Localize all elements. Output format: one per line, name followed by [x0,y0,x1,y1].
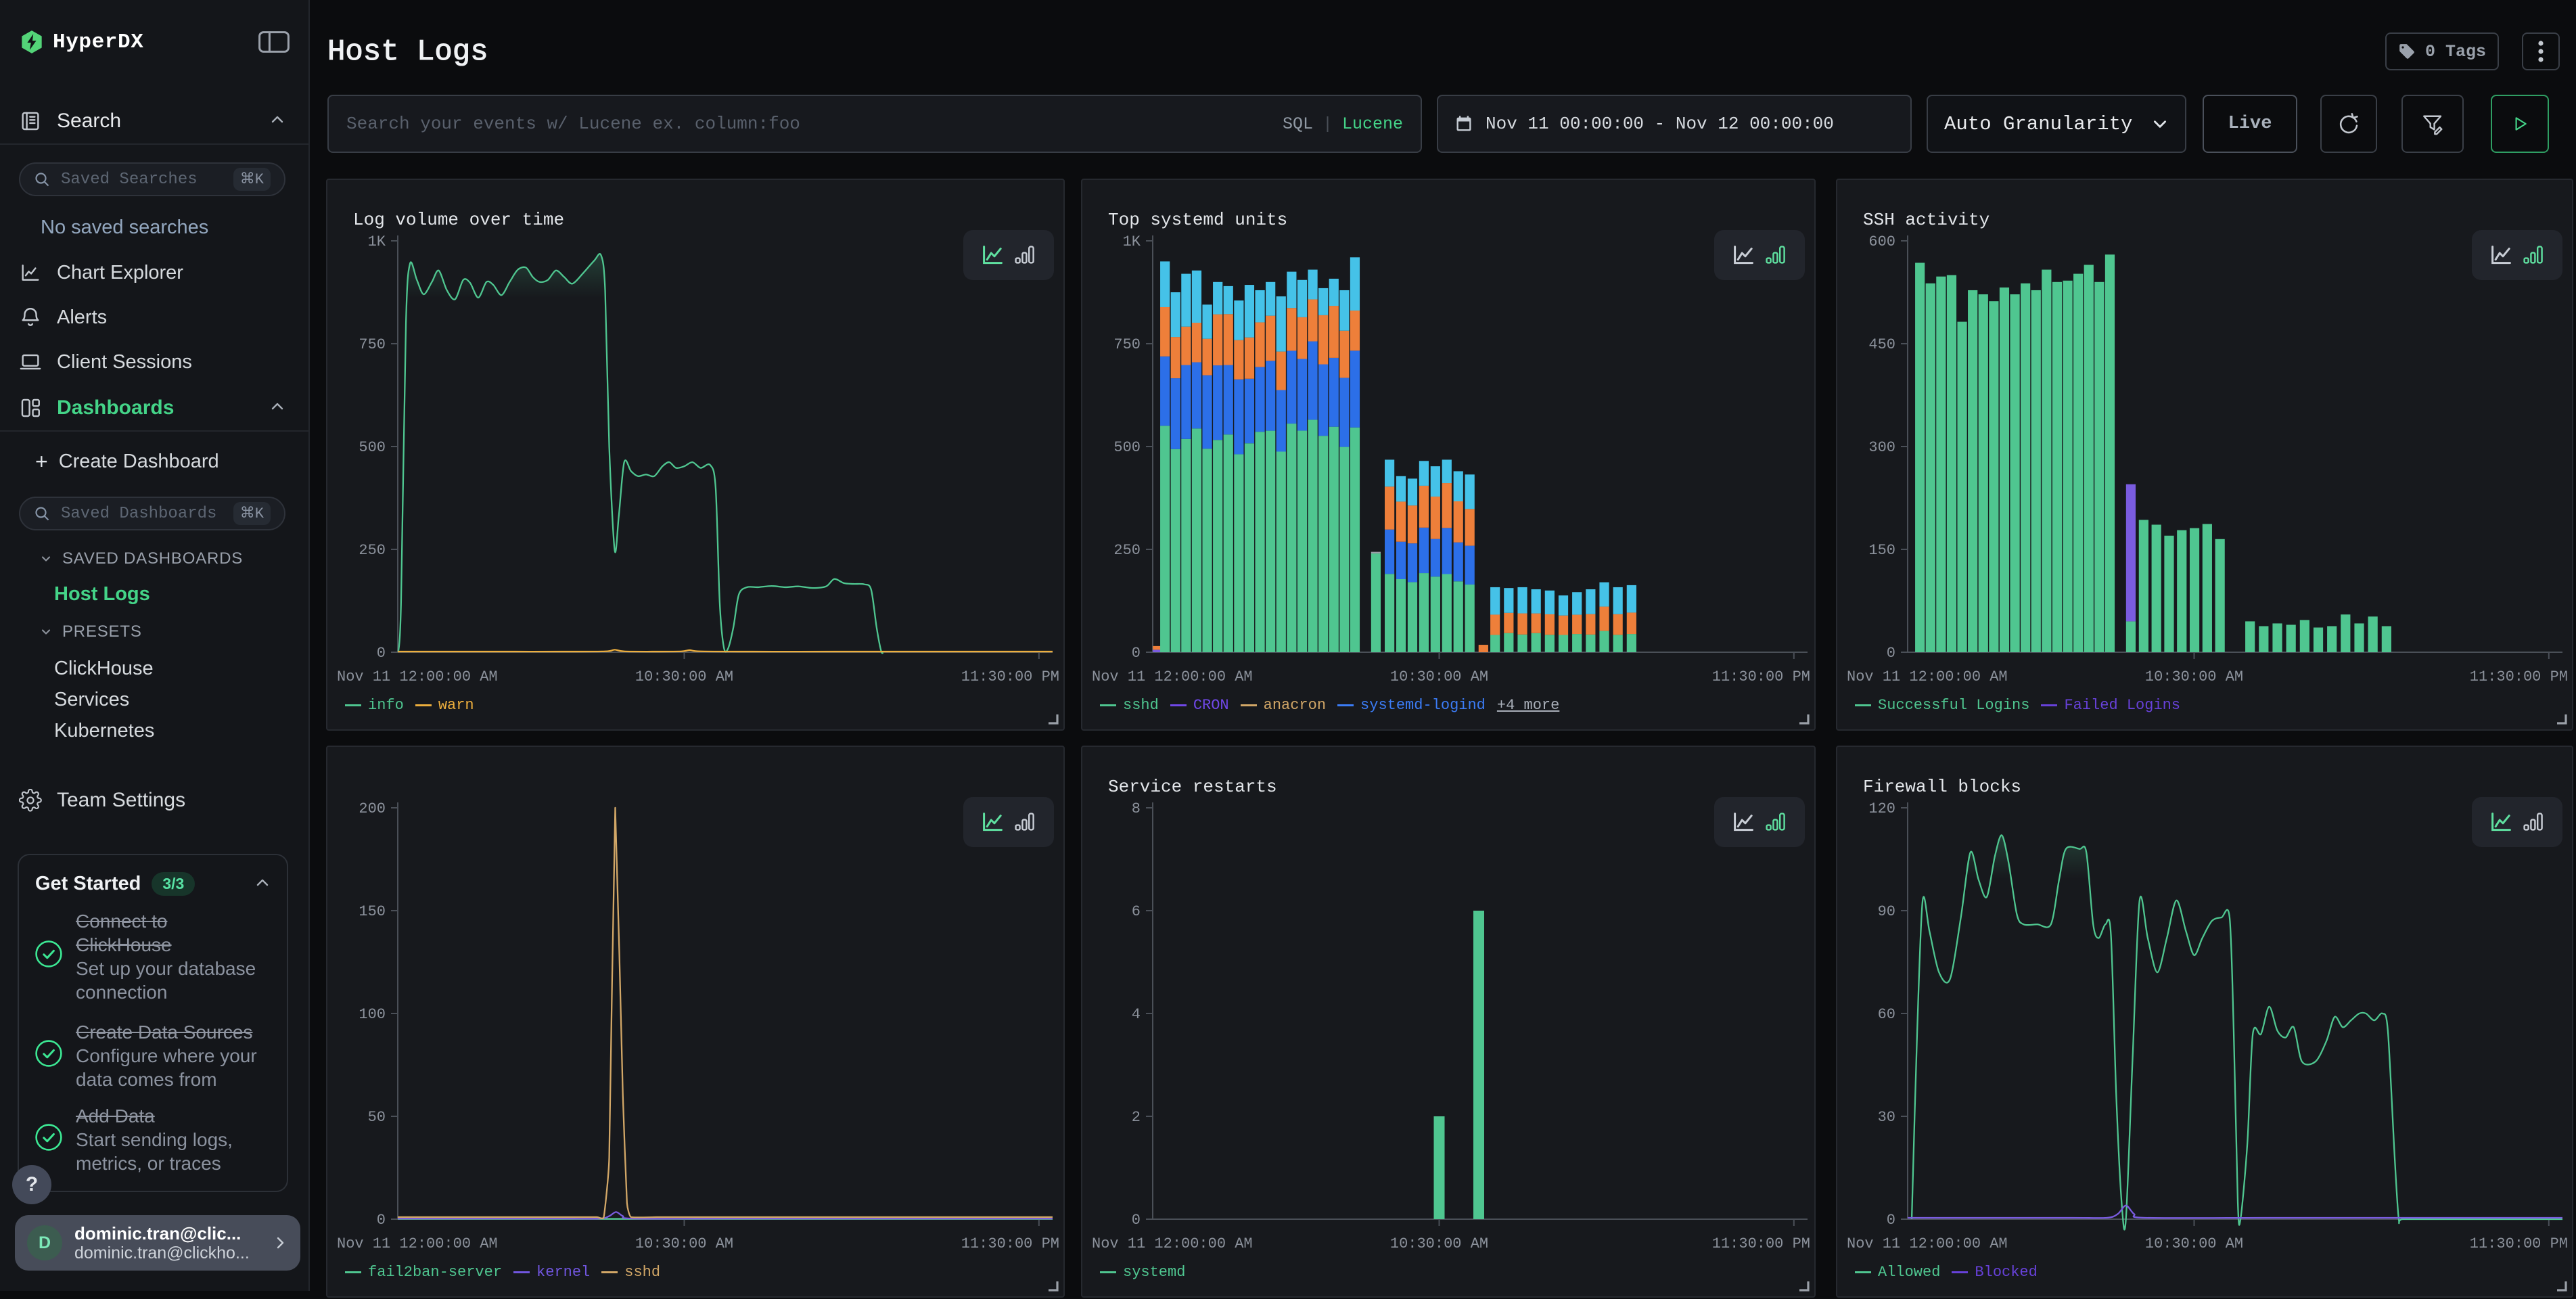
svg-text:8: 8 [1132,800,1141,817]
svg-text:6: 6 [1132,903,1141,920]
svg-text:250: 250 [1113,542,1141,559]
svg-text:750: 750 [359,336,386,353]
svg-text:Nov 11 12:00:00 AM: Nov 11 12:00:00 AM [337,1235,498,1252]
svg-text:4: 4 [1132,1006,1141,1023]
svg-text:0: 0 [1132,645,1141,662]
svg-text:Nov 11 12:00:00 AM: Nov 11 12:00:00 AM [1092,1235,1253,1252]
svg-text:Nov 11 12:00:00 AM: Nov 11 12:00:00 AM [1092,668,1253,685]
svg-text:50: 50 [368,1109,386,1126]
svg-text:0: 0 [377,1212,386,1229]
svg-text:0: 0 [1887,645,1895,662]
svg-text:11:30:00 PM: 11:30:00 PM [2470,1235,2568,1252]
svg-text:1K: 1K [1123,233,1141,250]
svg-text:2: 2 [1132,1109,1141,1126]
svg-text:10:30:00 AM: 10:30:00 AM [635,668,733,685]
svg-text:1K: 1K [368,233,386,250]
svg-text:Nov 11 12:00:00 AM: Nov 11 12:00:00 AM [337,668,498,685]
svg-text:90: 90 [1878,903,1895,920]
svg-text:0: 0 [377,645,386,662]
svg-text:500: 500 [359,439,386,456]
svg-text:10:30:00 AM: 10:30:00 AM [1390,1235,1488,1252]
svg-text:11:30:00 PM: 11:30:00 PM [2470,668,2568,685]
svg-text:30: 30 [1878,1109,1895,1126]
svg-text:120: 120 [1868,800,1895,817]
svg-text:200: 200 [359,800,386,817]
svg-text:500: 500 [1113,439,1141,456]
svg-text:250: 250 [359,542,386,559]
svg-text:100: 100 [359,1006,386,1023]
svg-text:10:30:00 AM: 10:30:00 AM [1390,668,1488,685]
svg-text:60: 60 [1878,1006,1895,1023]
svg-text:10:30:00 AM: 10:30:00 AM [635,1235,733,1252]
svg-text:10:30:00 AM: 10:30:00 AM [2145,1235,2243,1252]
svg-text:750: 750 [1113,336,1141,353]
svg-text:600: 600 [1868,233,1895,250]
svg-text:0: 0 [1132,1212,1141,1229]
svg-text:300: 300 [1868,439,1895,456]
svg-text:150: 150 [359,903,386,920]
svg-text:11:30:00 PM: 11:30:00 PM [1712,668,1810,685]
svg-text:0: 0 [1887,1212,1895,1229]
svg-text:11:30:00 PM: 11:30:00 PM [961,668,1059,685]
svg-text:450: 450 [1868,336,1895,353]
svg-text:11:30:00 PM: 11:30:00 PM [1712,1235,1810,1252]
svg-text:Nov 11 12:00:00 AM: Nov 11 12:00:00 AM [1847,1235,2008,1252]
svg-text:11:30:00 PM: 11:30:00 PM [961,1235,1059,1252]
svg-text:150: 150 [1868,542,1895,559]
svg-text:Nov 11 12:00:00 AM: Nov 11 12:00:00 AM [1847,668,2008,685]
svg-text:10:30:00 AM: 10:30:00 AM [2145,668,2243,685]
